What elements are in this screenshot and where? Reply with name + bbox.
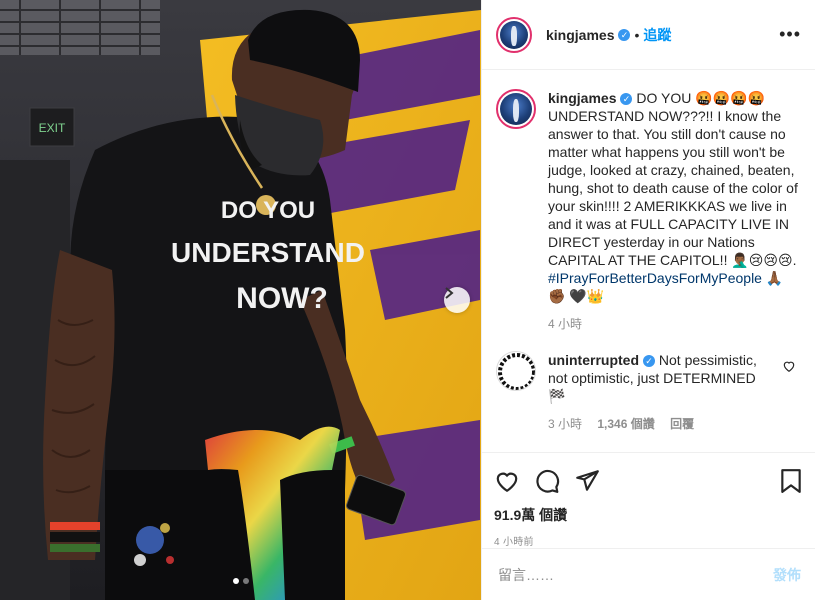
comment-body: uninterrupted ✓ Not pessimistic, not opti… (548, 351, 776, 433)
caption-meta: 4 小時 (548, 315, 798, 333)
verified-badge-icon: ✓ (620, 93, 633, 105)
avatar[interactable] (496, 16, 532, 53)
comment-input[interactable] (498, 566, 773, 583)
carousel-next-button[interactable] (444, 287, 470, 313)
post-timestamp[interactable]: 4 小時前 (494, 533, 803, 548)
views-count[interactable]: 91.9萬 個讚 (494, 505, 803, 525)
photo-scene: EXIT DO YOU UNDERSTAND NOW? (0, 0, 481, 600)
action-icons (494, 461, 803, 501)
heart-icon[interactable] (494, 468, 520, 494)
caption-username[interactable]: kingjames (548, 90, 616, 106)
exit-sign: EXIT (39, 121, 66, 135)
views-number: 91.9萬 (494, 507, 536, 523)
verified-badge-icon: ✓ (643, 355, 655, 367)
post-image[interactable]: EXIT DO YOU UNDERSTAND NOW? (0, 0, 481, 600)
reply-button[interactable]: 回覆 (670, 417, 694, 431)
chevron-right-icon (445, 287, 454, 299)
caption-hashtag[interactable]: #IPrayForBetterDaysForMyPeople (548, 270, 762, 286)
post-actions: 91.9萬 個讚 4 小時前 (482, 452, 815, 548)
header-username[interactable]: kingjames (546, 27, 614, 43)
carousel-dot-2[interactable] (242, 578, 249, 584)
shirt-line-2: UNDERSTAND (171, 237, 365, 268)
comment-username[interactable]: uninterrupted (548, 352, 639, 368)
comments-list[interactable]: kingjames ✓ DO YOU 🤬🤬🤬🤬 UNDERSTAND NOW???… (482, 71, 815, 451)
comment-meta: 3 小時 1,346 個讚 回覆 (548, 415, 776, 433)
carousel-dots (0, 578, 481, 584)
caption: kingjames ✓ DO YOU 🤬🤬🤬🤬 UNDERSTAND NOW???… (496, 89, 801, 333)
follow-button[interactable]: 追蹤 (643, 25, 671, 45)
carousel-dot-1[interactable] (232, 578, 239, 584)
shirt-line-1: DO YOU (221, 197, 315, 224)
paper-plane-icon[interactable] (574, 468, 600, 494)
uninterrupted-logo (498, 353, 535, 390)
caption-time[interactable]: 4 小時 (548, 317, 582, 331)
post-side-panel: kingjames ✓ • 追蹤 ••• kingjames ✓ DO YOU 🤬… (481, 0, 815, 600)
comment-likes[interactable]: 1,346 個讚 (597, 417, 654, 431)
comment-avatar[interactable] (496, 351, 536, 391)
post-comment-button[interactable]: 發佈 (773, 565, 801, 585)
comment-item: uninterrupted ✓ Not pessimistic, not opti… (496, 351, 801, 433)
separator-dot: • (634, 26, 640, 43)
comment-time[interactable]: 3 小時 (548, 417, 582, 431)
views-label: 個讚 (539, 507, 568, 523)
shirt-line-3: NOW? (236, 282, 328, 315)
heart-outline-icon[interactable] (782, 359, 796, 373)
comment-bubble-icon[interactable] (534, 468, 560, 494)
caption-body: kingjames ✓ DO YOU 🤬🤬🤬🤬 UNDERSTAND NOW???… (548, 89, 798, 333)
caption-text: DO YOU 🤬🤬🤬🤬 UNDERSTAND NOW???!! I know t… (548, 90, 798, 268)
post-header: kingjames ✓ • 追蹤 ••• (482, 0, 815, 70)
more-options-button[interactable]: ••• (779, 24, 801, 45)
verified-badge-icon: ✓ (618, 28, 631, 41)
add-comment-bar: 發佈 (482, 548, 815, 600)
caption-avatar[interactable] (496, 89, 536, 129)
bookmark-icon[interactable] (779, 468, 803, 494)
